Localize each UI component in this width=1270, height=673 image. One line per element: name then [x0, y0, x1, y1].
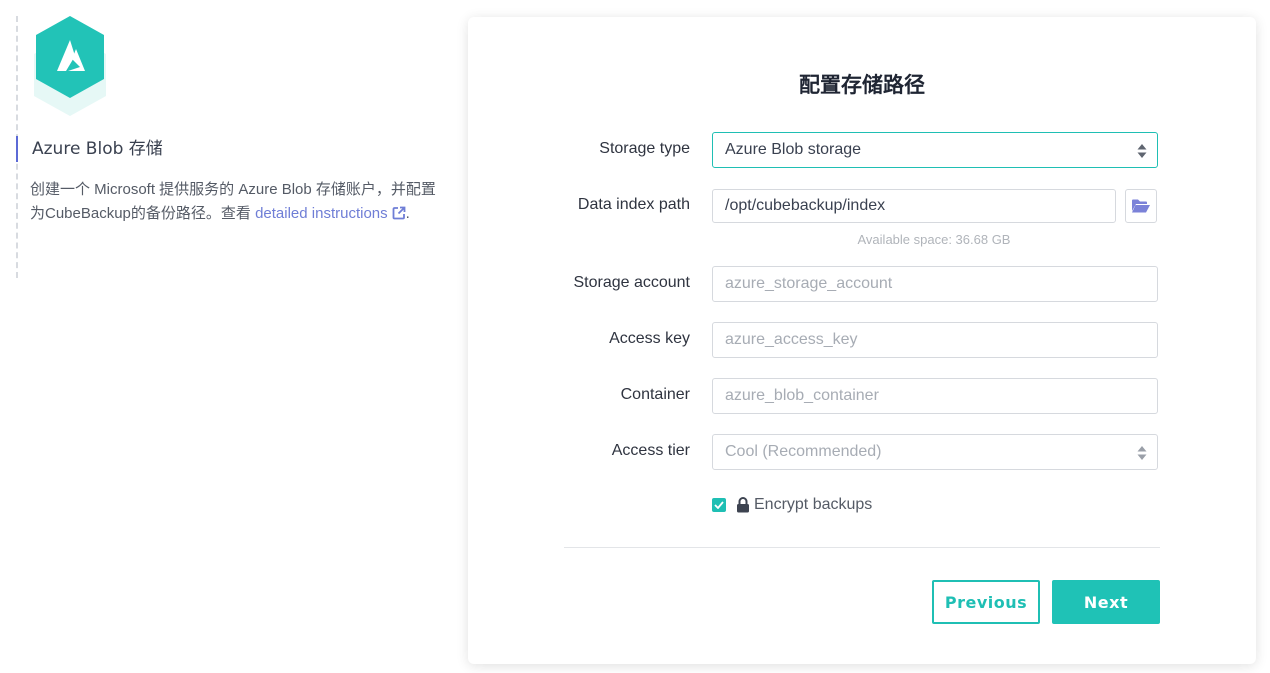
storage-config-card: 配置存储路径 Storage type Azure Blob storage D… — [468, 17, 1256, 664]
encrypt-label: Encrypt backups — [754, 496, 873, 513]
check-icon — [714, 501, 724, 509]
sort-icon — [1137, 144, 1147, 158]
storage-account-input[interactable]: azure_storage_account — [712, 266, 1158, 302]
data-index-path-input[interactable]: /opt/cubebackup/index — [712, 189, 1116, 223]
data-index-path-label: Data index path — [577, 196, 690, 213]
side-description-end: . — [405, 205, 410, 222]
encrypt-checkbox[interactable] — [712, 498, 726, 512]
page-title: 配置存储路径 — [799, 73, 925, 97]
access-tier-select[interactable]: Cool (Recommended) — [712, 434, 1158, 470]
link-label: detailed instructions — [255, 205, 388, 222]
detailed-instructions-link[interactable]: detailed instructions — [255, 205, 406, 222]
next-button[interactable]: Next — [1052, 580, 1160, 624]
storage-type-value: Azure Blob storage — [725, 141, 862, 158]
side-panel: Azure Blob 存储 创建一个 Microsoft 提供服务的 Azure… — [16, 16, 436, 278]
storage-account-label: Storage account — [573, 274, 690, 291]
container-placeholder: azure_blob_container — [725, 387, 879, 404]
azure-logo — [34, 16, 106, 116]
access-key-input[interactable]: azure_access_key — [712, 322, 1158, 358]
encrypt-backups-option[interactable]: Encrypt backups — [712, 494, 872, 516]
storage-type-select[interactable]: Azure Blob storage — [712, 132, 1158, 168]
divider — [564, 547, 1160, 548]
folder-open-icon — [1132, 199, 1150, 213]
previous-button[interactable]: Previous — [932, 580, 1040, 624]
storage-account-placeholder: azure_storage_account — [725, 275, 893, 292]
data-index-path-value: /opt/cubebackup/index — [725, 197, 886, 214]
access-tier-value: Cool (Recommended) — [725, 443, 882, 460]
container-label: Container — [620, 386, 690, 403]
available-space-text: Available space: 36.68 GB — [857, 232, 1011, 247]
browse-folder-button[interactable] — [1125, 189, 1157, 223]
sort-icon — [1137, 446, 1147, 460]
container-input[interactable]: azure_blob_container — [712, 378, 1158, 414]
storage-type-label: Storage type — [599, 140, 690, 157]
access-tier-label: Access tier — [611, 442, 690, 459]
external-link-icon — [392, 206, 406, 220]
side-title: Azure Blob 存储 — [16, 136, 163, 162]
access-key-placeholder: azure_access_key — [725, 331, 858, 348]
access-key-label: Access key — [609, 330, 690, 347]
side-description: 创建一个 Microsoft 提供服务的 Azure Blob 存储账户，并配置… — [30, 178, 442, 226]
lock-icon — [737, 497, 749, 513]
